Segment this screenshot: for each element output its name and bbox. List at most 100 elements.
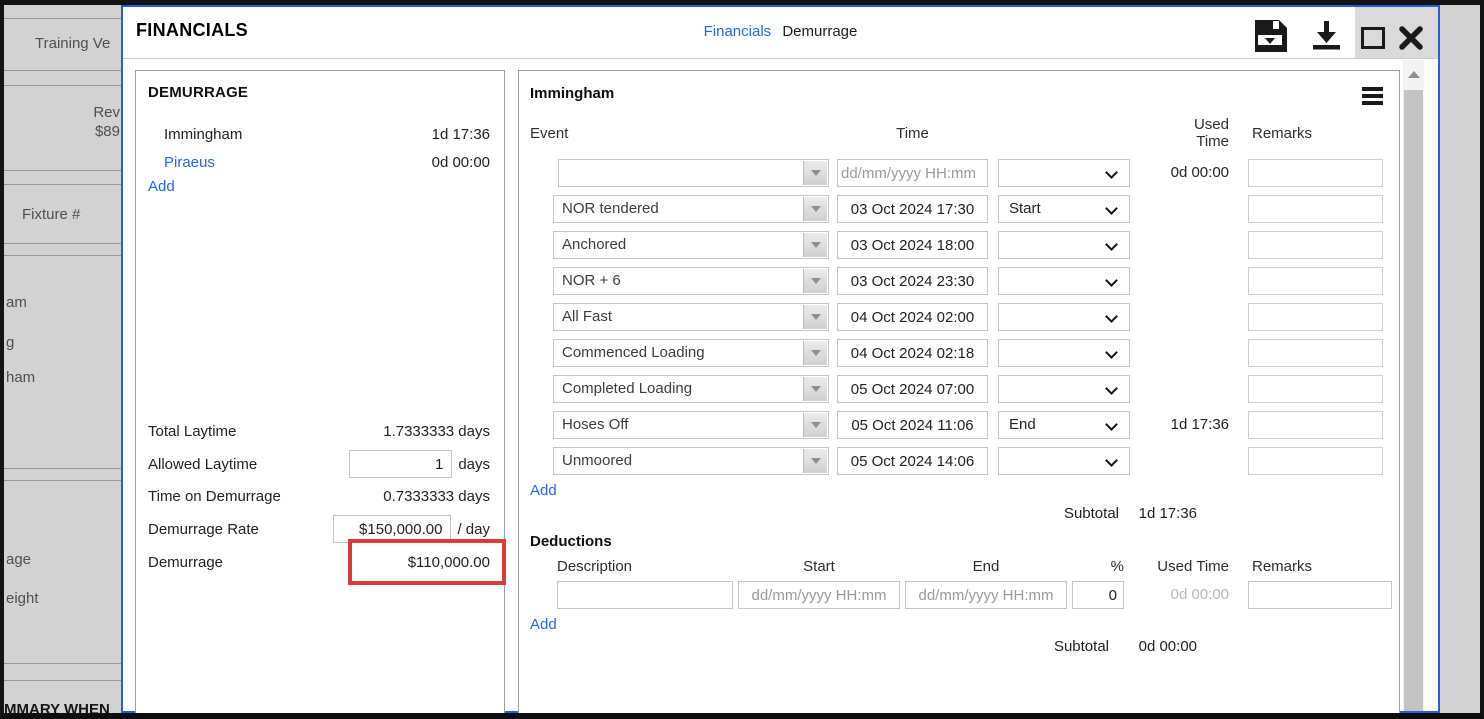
unit-suffix: / day	[457, 521, 490, 538]
combo-dropdown-button[interactable]	[803, 269, 827, 293]
demurrage-total-value: $110,000.00	[408, 554, 490, 571]
total-laytime-value: 1.7333333 days	[383, 423, 490, 440]
time-input[interactable]	[837, 375, 988, 403]
divider	[4, 18, 121, 19]
marker-select[interactable]	[998, 267, 1130, 295]
deduction-start-input[interactable]	[738, 581, 900, 609]
breadcrumb-financials-link[interactable]: Financials	[704, 23, 772, 40]
caret-down-icon	[811, 170, 821, 176]
time-input[interactable]	[837, 447, 988, 475]
remarks-input[interactable]	[1248, 231, 1383, 259]
remarks-input[interactable]	[1248, 159, 1383, 187]
bg-text: age	[6, 551, 31, 568]
time-input[interactable]	[837, 267, 988, 295]
combo-dropdown-button[interactable]	[803, 377, 827, 401]
marker-select[interactable]	[998, 447, 1130, 475]
row-label: Total Laytime	[148, 423, 236, 440]
remarks-input[interactable]	[1248, 303, 1383, 331]
event-select[interactable]	[558, 159, 829, 187]
port-events-panel: Immingham Event Time Used Time Remarks 0…	[518, 70, 1400, 719]
time-input[interactable]	[837, 195, 988, 223]
deduction-used-time: 0d 00:00	[1139, 581, 1229, 609]
time-input[interactable]	[837, 159, 988, 187]
divider	[4, 663, 121, 664]
marker-select[interactable]: End	[998, 411, 1130, 439]
deduction-end-input[interactable]	[905, 581, 1067, 609]
time-on-demurrage-value: 0.7333333 days	[383, 488, 490, 505]
add-port-link[interactable]: Add	[148, 178, 175, 195]
event-select[interactable]: Anchored	[553, 231, 829, 259]
breadcrumb-current: Demurrage	[782, 23, 857, 40]
event-select[interactable]: Commenced Loading	[553, 339, 829, 367]
marker-select[interactable]	[998, 375, 1130, 403]
marker-select[interactable]: Start	[998, 195, 1130, 223]
combo-dropdown-button[interactable]	[803, 413, 827, 437]
panel-title: DEMURRAGE	[148, 84, 248, 101]
remarks-input[interactable]	[1248, 195, 1383, 223]
event-select[interactable]: Unmoored	[553, 447, 829, 475]
maximize-button[interactable]	[1354, 19, 1392, 57]
event-select-value: NOR + 6	[554, 268, 802, 294]
save-button[interactable]	[1251, 17, 1289, 55]
demurrage-rate-input[interactable]	[333, 515, 451, 543]
remarks-input[interactable]	[1248, 375, 1383, 403]
combo-dropdown-button[interactable]	[803, 197, 827, 221]
deduction-remarks-input[interactable]	[1248, 581, 1392, 609]
marker-select[interactable]	[998, 339, 1130, 367]
marker-select[interactable]	[998, 303, 1130, 331]
time-input[interactable]	[837, 303, 988, 331]
close-button[interactable]	[1392, 19, 1430, 57]
column-header-used-time: Used Time	[1187, 116, 1229, 150]
row-label: Time on Demurrage	[148, 488, 281, 505]
deduction-percent-input[interactable]	[1072, 581, 1124, 609]
breadcrumb: Financials Demurrage	[123, 23, 1438, 40]
remarks-input[interactable]	[1248, 447, 1383, 475]
port-row-piraeus[interactable]: Piraeus 0d 00:00	[164, 154, 490, 171]
bg-text: Fixture #	[22, 206, 80, 223]
port-name-link[interactable]: Piraeus	[164, 154, 215, 171]
combo-dropdown-button[interactable]	[803, 161, 827, 185]
remarks-input[interactable]	[1248, 339, 1383, 367]
chevron-down-icon	[1105, 238, 1118, 251]
time-input[interactable]	[837, 231, 988, 259]
deductions-subtotal-value: 0d 00:00	[1129, 638, 1197, 655]
event-select[interactable]: NOR + 6	[553, 267, 829, 295]
add-event-link[interactable]: Add	[530, 482, 557, 499]
port-used-time: 1d 17:36	[432, 126, 490, 143]
event-select[interactable]: All Fast	[553, 303, 829, 331]
hamburger-menu-icon[interactable]	[1362, 84, 1383, 108]
scrollbar-thumb[interactable]	[1404, 90, 1423, 711]
remarks-input[interactable]	[1248, 267, 1383, 295]
event-row: Unmoored	[519, 447, 1399, 475]
chevron-down-icon	[1105, 310, 1118, 323]
marker-select[interactable]	[998, 159, 1130, 187]
port-row-immingham[interactable]: Immingham 1d 17:36	[164, 126, 490, 143]
marker-select[interactable]	[998, 231, 1130, 259]
event-select-value: NOR tendered	[554, 196, 802, 222]
scrollbar-up-button[interactable]	[1403, 60, 1424, 88]
event-select[interactable]: NOR tendered	[553, 195, 829, 223]
combo-dropdown-button[interactable]	[803, 233, 827, 257]
divider	[4, 170, 121, 171]
time-input[interactable]	[837, 411, 988, 439]
time-input[interactable]	[837, 339, 988, 367]
combo-dropdown-button[interactable]	[803, 305, 827, 329]
combo-dropdown-button[interactable]	[803, 341, 827, 365]
remarks-input[interactable]	[1248, 411, 1383, 439]
add-deduction-link[interactable]: Add	[530, 616, 557, 633]
event-select[interactable]: Hoses Off	[553, 411, 829, 439]
caret-down-icon	[811, 278, 821, 284]
allowed-laytime-input[interactable]	[349, 450, 452, 478]
unit-suffix: days	[458, 456, 490, 473]
event-select-value: Unmoored	[554, 448, 802, 474]
event-row: 0d 00:00	[519, 159, 1399, 187]
deductions-title: Deductions	[530, 533, 612, 550]
column-header-event: Event	[530, 125, 568, 142]
modal-scrollbar[interactable]	[1403, 60, 1424, 711]
combo-dropdown-button[interactable]	[803, 449, 827, 473]
download-button[interactable]	[1307, 17, 1345, 55]
chevron-down-icon	[1105, 454, 1118, 467]
triangle-up-icon	[1408, 71, 1420, 78]
deduction-description-input[interactable]	[557, 581, 733, 609]
event-select[interactable]: Completed Loading	[553, 375, 829, 403]
